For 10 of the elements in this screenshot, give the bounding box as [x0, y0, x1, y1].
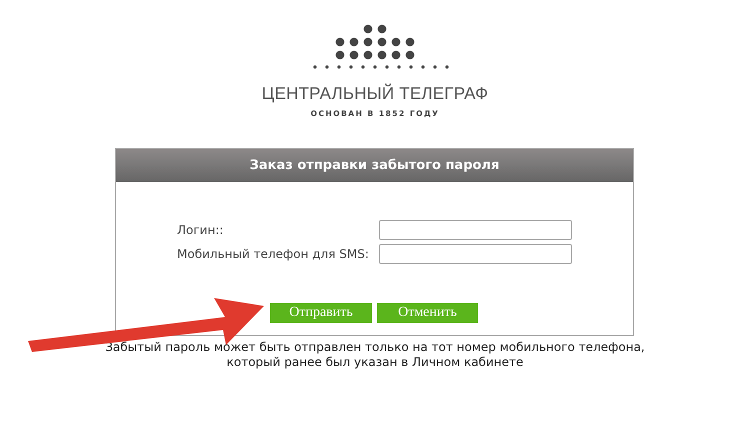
cancel-button[interactable]: Отменить: [377, 303, 478, 323]
send-button[interactable]: Отправить: [270, 303, 372, 323]
field-label: Мобильный телефон для SMS:: [177, 247, 370, 261]
input-field[interactable]: [379, 244, 572, 264]
field-label: Логин::: [177, 223, 224, 237]
note-text: который ранее был указан в Личном кабинете: [226, 355, 524, 370]
note-text: Забытый пароль может быть отправлен только на тот номер мобильного телефона,: [105, 340, 645, 355]
form-title: Заказ отправки забытого пароля: [116, 149, 633, 182]
input-field[interactable]: [379, 220, 572, 240]
logo-name: ЦЕНТРАЛЬНЫЙ ТЕЛЕГРАФ: [262, 84, 488, 104]
